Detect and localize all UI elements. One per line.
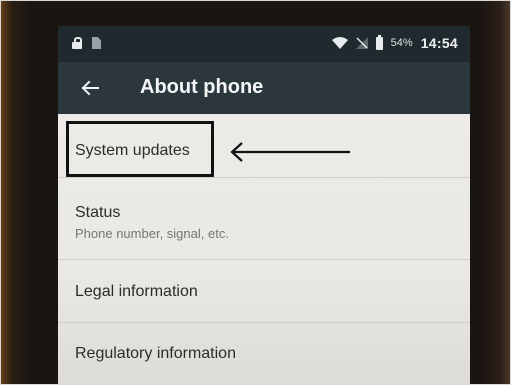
clock: 14:54 — [420, 35, 458, 51]
list-item-legal-information[interactable]: Legal information — [58, 260, 470, 322]
no-signal-icon — [355, 37, 368, 49]
back-arrow-icon[interactable] — [78, 76, 102, 100]
sim-icon — [92, 37, 101, 49]
list-item-subtitle: Phone number, signal, etc. — [75, 226, 229, 241]
lock-icon — [72, 37, 82, 49]
list-item-title: Regulatory information — [75, 345, 236, 362]
list-item-system-updates[interactable]: System updates — [58, 114, 470, 177]
phone-screen: 54% 14:54 About phone System updates Sta… — [58, 26, 470, 385]
list-item-status[interactable]: Status Phone number, signal, etc. — [58, 178, 470, 258]
page-title: About phone — [140, 76, 264, 98]
list-item-title: Legal information — [75, 283, 198, 300]
status-bar-left — [72, 37, 101, 49]
list-item-title: Status — [75, 204, 121, 221]
wifi-icon — [331, 37, 348, 49]
list-item-regulatory-information[interactable]: Regulatory information — [58, 323, 470, 385]
battery-percent: 54% — [390, 37, 413, 49]
list-item-title: System updates — [75, 142, 190, 159]
settings-list: System updates Status Phone number, sign… — [58, 114, 470, 385]
status-bar: 54% 14:54 — [58, 26, 470, 62]
battery-icon — [375, 34, 383, 50]
app-toolbar: About phone — [58, 62, 470, 114]
status-bar-right: 54% 14:54 — [331, 34, 458, 51]
